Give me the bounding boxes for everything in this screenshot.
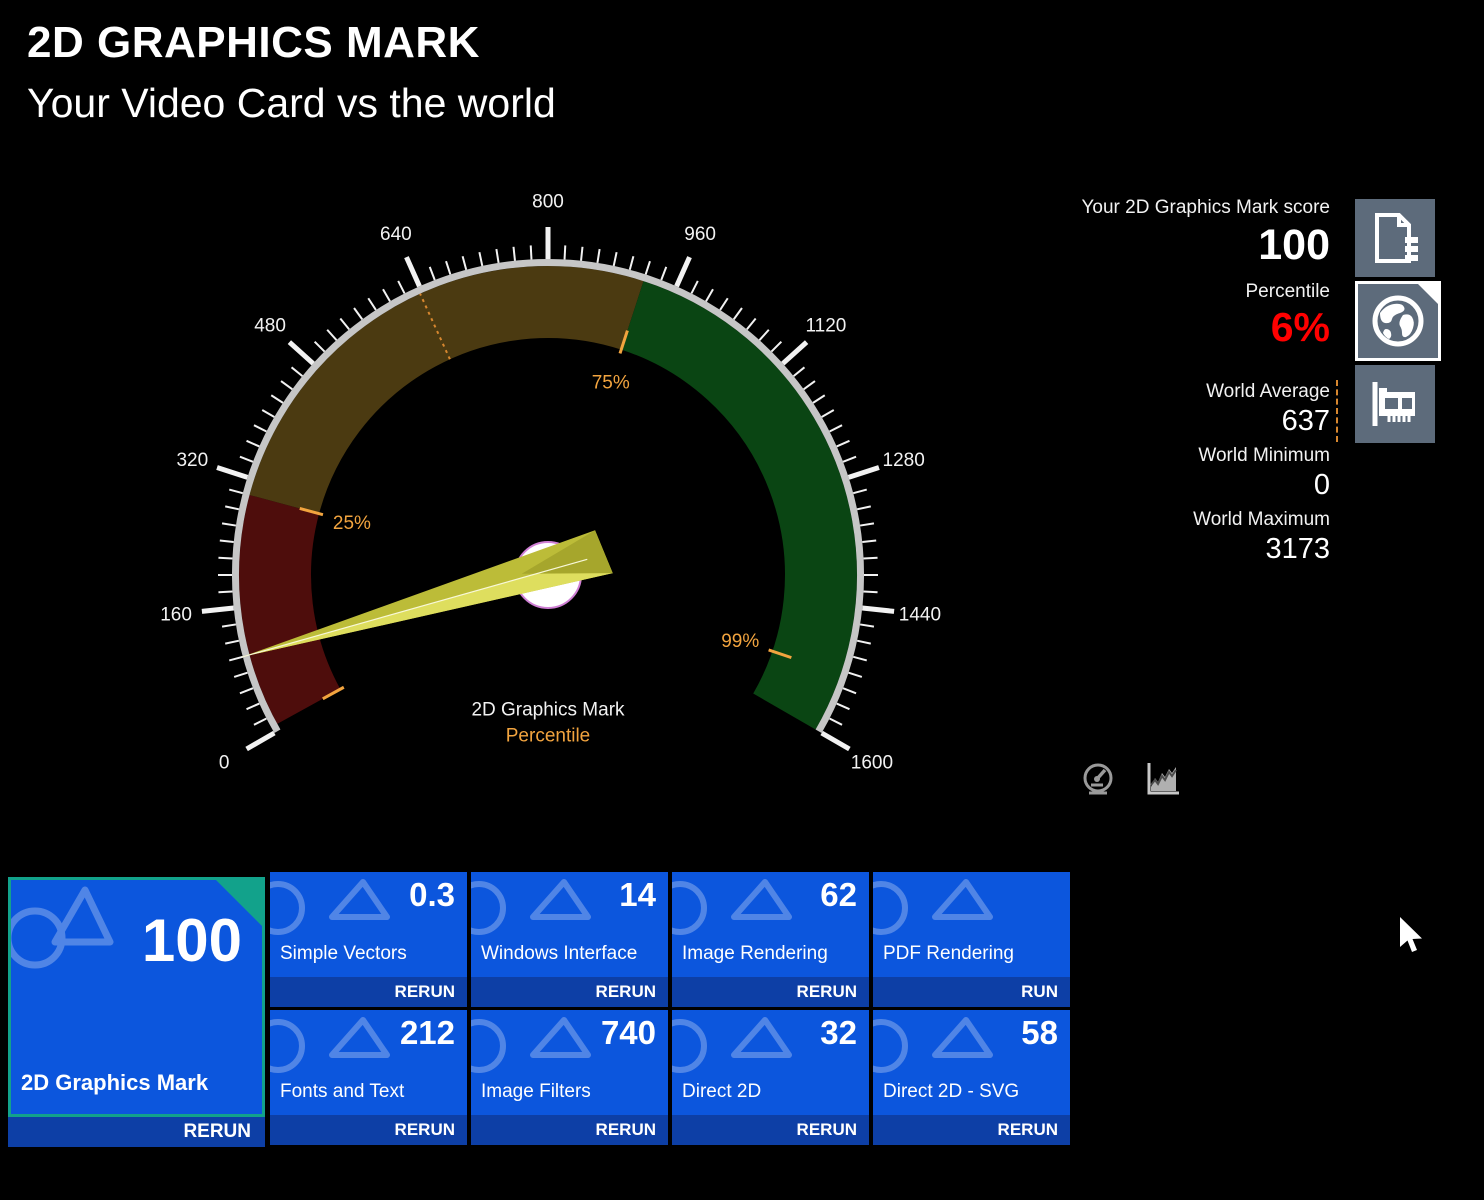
2d-shapes-watermark-icon: [471, 1017, 591, 1073]
2d-shapes-watermark-icon: [873, 1017, 993, 1073]
2d-shapes-watermark-icon: [270, 879, 390, 935]
tile-action-button[interactable]: RERUN: [270, 977, 467, 1007]
tile-body[interactable]: 740 Image Filters: [471, 1010, 668, 1115]
tile-score-value: 58: [1021, 1014, 1058, 1051]
tile-body[interactable]: 14 Windows Interface: [471, 872, 668, 977]
tile-action-button[interactable]: RERUN: [873, 1115, 1070, 1145]
2d-shapes-watermark-icon: [270, 1017, 390, 1073]
tile-label: Fonts and Text: [280, 1081, 405, 1102]
2d-shapes-watermark-icon: [11, 886, 114, 969]
tile-score-value: 0.3: [409, 876, 455, 913]
tile-action-button[interactable]: RERUN: [471, 977, 668, 1007]
2d-shapes-watermark-icon: [672, 879, 792, 935]
tile-label: Image Rendering: [682, 943, 828, 964]
tile-body[interactable]: PDF Rendering: [873, 872, 1070, 977]
tile-label: Simple Vectors: [280, 943, 407, 964]
2d-shapes-watermark-icon: [873, 879, 993, 935]
tile-label: Direct 2D - SVG: [883, 1081, 1020, 1102]
tile-score-value: 14: [619, 876, 656, 913]
tile-score-value: 62: [820, 876, 857, 913]
tile-action-button[interactable]: RUN: [873, 977, 1070, 1007]
tile-body[interactable]: 0.3 Simple Vectors: [270, 872, 467, 977]
tile-score-value: 100: [141, 907, 242, 974]
mouse-cursor: [1400, 917, 1422, 952]
tile-body[interactable]: 212 Fonts and Text: [270, 1010, 467, 1115]
tile-action-button[interactable]: RERUN: [471, 1115, 668, 1145]
benchmark-tiles: 100 2D Graphics Mark RERUN 0.3 Simple Vector…: [0, 0, 1484, 1200]
tile-action-button[interactable]: RERUN: [672, 1115, 869, 1145]
tile-label: Image Filters: [481, 1081, 591, 1102]
tile-score-value: 32: [820, 1014, 857, 1051]
tile-body[interactable]: 62 Image Rendering: [672, 872, 869, 977]
tile-label: 2D Graphics Mark: [21, 1070, 209, 1095]
tile-action-button[interactable]: RERUN: [672, 977, 869, 1007]
tile-label: Direct 2D: [682, 1081, 762, 1102]
tile-body[interactable]: 32 Direct 2D: [672, 1010, 869, 1115]
tile-score-value: 212: [399, 1014, 455, 1051]
tile-body[interactable]: 58 Direct 2D - SVG: [873, 1010, 1070, 1115]
tile-action-button[interactable]: RERUN: [270, 1115, 467, 1145]
main-tile-action-button[interactable]: RERUN: [8, 1117, 265, 1147]
2d-shapes-watermark-icon: [471, 879, 591, 935]
main-tile-body[interactable]: 100 2D Graphics Mark: [8, 877, 265, 1117]
tile-label: Windows Interface: [481, 943, 638, 964]
tile-score-value: 740: [600, 1014, 656, 1051]
2d-shapes-watermark-icon: [672, 1017, 792, 1073]
tile-label: PDF Rendering: [883, 943, 1014, 964]
app-window: { "header": { "title": "2D GRAPHICS MARK…: [0, 0, 1484, 1200]
